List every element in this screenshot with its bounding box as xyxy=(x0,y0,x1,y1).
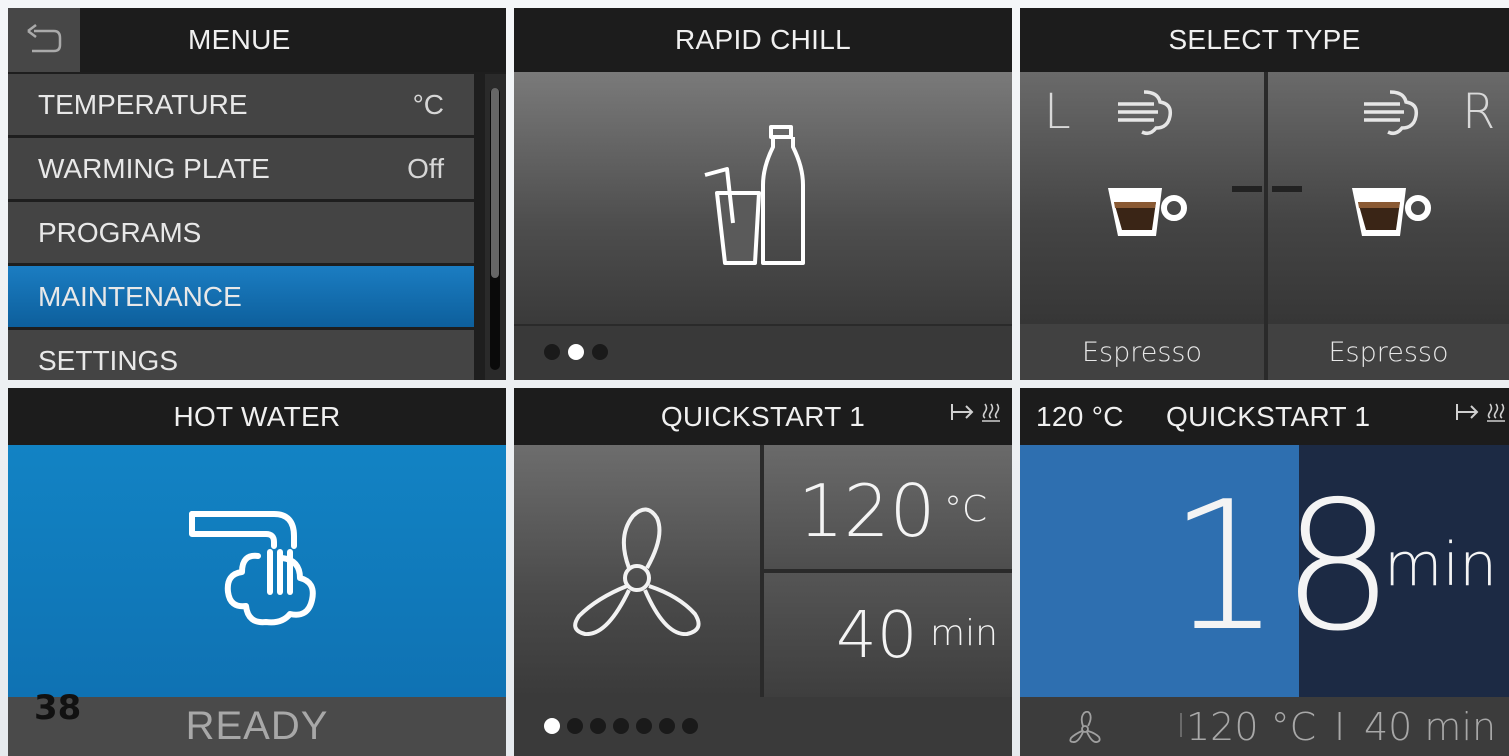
page-indicator xyxy=(544,344,608,360)
page-number: 38 xyxy=(34,688,82,728)
left-type-label-cell[interactable]: Espresso xyxy=(1020,324,1264,380)
menu-item-warming-plate[interactable]: WARMING PLATE Off xyxy=(8,138,474,199)
menu-item-label: MAINTENANCE xyxy=(38,280,242,312)
menu-list: TEMPERATURE °C WARMING PLATE Off PROGRAM… xyxy=(8,74,474,380)
menu-title: MENUE xyxy=(188,24,291,55)
menu-item-settings[interactable]: SETTINGS xyxy=(8,330,474,380)
quickstart-running-title: QUICKSTART 1 xyxy=(1166,401,1371,432)
hot-water-status-bar: READY xyxy=(8,697,506,756)
quickstart-title: QUICKSTART 1 xyxy=(660,400,866,432)
page-dot-active[interactable] xyxy=(544,718,560,734)
page-dot[interactable] xyxy=(682,718,698,734)
menu-header: MENUE xyxy=(8,8,506,72)
menu-item-label: SETTINGS xyxy=(38,344,179,376)
footer-temperature: 120 °C xyxy=(1186,705,1317,749)
page-dot-active[interactable] xyxy=(568,344,584,360)
start-arrow-icon xyxy=(1456,404,1479,420)
right-group-letter: R xyxy=(1462,84,1496,140)
menu-item-label: WARMING PLATE xyxy=(38,152,270,184)
menu-item-programs[interactable]: PROGRAMS xyxy=(8,202,474,263)
menu-item-value: °C xyxy=(412,88,444,120)
temperature-setting-button[interactable]: 120 °C xyxy=(764,445,1012,569)
footer-separator: I xyxy=(1334,705,1346,749)
menu-item-label: PROGRAMS xyxy=(38,216,202,248)
footer-duration: 40 min xyxy=(1364,705,1497,749)
remaining-time-value: 18 xyxy=(1168,463,1395,670)
menu-item-temperature[interactable]: TEMPERATURE °C xyxy=(8,74,474,135)
hot-water-status: READY xyxy=(185,704,329,748)
temperature-unit: °C xyxy=(944,489,988,530)
current-temperature: 120 °C xyxy=(1036,401,1124,432)
remaining-time-unit: min xyxy=(1384,530,1498,600)
duration-setting-button[interactable]: 40 min xyxy=(764,573,1012,697)
select-type-title: SELECT TYPE xyxy=(1168,24,1361,55)
left-group-button[interactable]: L xyxy=(1020,72,1264,324)
steam-icon xyxy=(1364,90,1419,136)
heating-icon xyxy=(982,403,1000,422)
link-dash-icon xyxy=(1232,186,1302,192)
header-icons xyxy=(950,402,1000,422)
menu-item-label: TEMPERATURE xyxy=(38,88,248,120)
select-type-header: SELECT TYPE xyxy=(1020,8,1509,72)
menu-item-value: Off xyxy=(407,152,444,184)
hot-water-title: HOT WATER xyxy=(173,400,341,432)
right-type-label-cell[interactable]: Espresso xyxy=(1268,324,1509,380)
menu-item-maintenance[interactable]: MAINTENANCE xyxy=(8,266,474,327)
menu-panel: MENUE TEMPERATURE °C WARMING PLATE Off P… xyxy=(8,8,506,380)
quickstart-header: QUICKSTART 1 xyxy=(514,388,1012,445)
quickstart-running-header: 120 °C QUICKSTART 1 xyxy=(1020,388,1509,445)
duration-value: 40 xyxy=(836,599,918,673)
rapid-chill-button[interactable] xyxy=(514,72,1012,324)
duration-unit: min xyxy=(930,613,998,654)
back-arrow-icon xyxy=(27,24,62,53)
rapid-chill-title: RAPID CHILL xyxy=(674,24,852,55)
espresso-cup-icon xyxy=(1352,188,1431,236)
glass-and-bottle-icon xyxy=(704,125,805,265)
steam-icon xyxy=(1118,90,1173,136)
hot-water-panel: HOT WATER READY xyxy=(8,388,506,756)
rapid-chill-footer xyxy=(514,324,1012,380)
heating-icon xyxy=(1487,403,1505,422)
page-dot[interactable] xyxy=(590,718,606,734)
page-dot[interactable] xyxy=(636,718,652,734)
back-button[interactable] xyxy=(8,8,80,72)
quickstart-running-footer: 120 °C I 40 min xyxy=(1020,697,1509,756)
right-type-label: Espresso xyxy=(1328,336,1449,368)
page-dot[interactable] xyxy=(567,718,583,734)
quickstart-panel: QUICKSTART 1 120 °C 40 min xyxy=(514,388,1012,756)
header-icons xyxy=(1455,402,1505,422)
page-dot[interactable] xyxy=(592,344,608,360)
temperature-value: 120 xyxy=(798,469,936,553)
start-arrow-icon xyxy=(951,404,974,420)
quickstart-running-panel: 120 °C QUICKSTART 1 18 min 120 °C I 40 m… xyxy=(1020,388,1509,756)
page-dot[interactable] xyxy=(613,718,629,734)
left-group-letter: L xyxy=(1044,84,1071,140)
right-group-button[interactable]: R xyxy=(1268,72,1509,324)
select-type-panel: SELECT TYPE L R Espresso Espresso xyxy=(1020,8,1509,380)
quickstart-footer xyxy=(514,697,1012,756)
rapid-chill-panel: RAPID CHILL xyxy=(514,8,1012,380)
left-type-label: Espresso xyxy=(1081,336,1203,368)
hot-water-button[interactable] xyxy=(8,445,506,697)
hot-water-header: HOT WATER xyxy=(8,388,506,445)
footer-divider xyxy=(1180,713,1182,737)
fan-mode-button[interactable] xyxy=(514,445,760,697)
rapid-chill-header: RAPID CHILL xyxy=(514,8,1012,72)
fan-icon xyxy=(1069,711,1101,743)
espresso-cup-icon xyxy=(1108,188,1187,236)
page-indicator xyxy=(544,718,698,734)
faucet-water-icon xyxy=(189,511,316,626)
scrollbar-thumb[interactable] xyxy=(491,88,499,278)
page-dot[interactable] xyxy=(659,718,675,734)
fan-icon xyxy=(573,507,701,636)
page-dot[interactable] xyxy=(544,344,560,360)
